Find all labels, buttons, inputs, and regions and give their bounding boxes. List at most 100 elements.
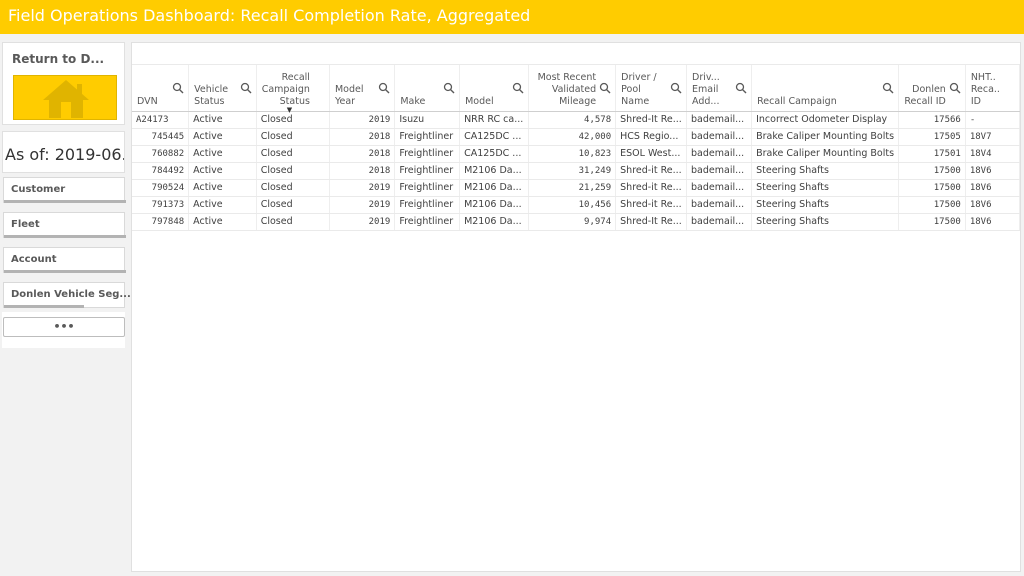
table-row[interactable]: 745445 Active Closed 2018 Freightliner CA125D… (132, 128, 1020, 146)
recall-table-panel: DVN Vehicle Status Recall Campaign Status ▼… (131, 42, 1021, 572)
table-cell: Shred-it Re... (615, 162, 688, 180)
table-cell: 17500 (898, 213, 966, 231)
table-cell: Closed (256, 111, 330, 129)
table-cell: 2019 (329, 213, 396, 231)
table-cell: 2019 (329, 179, 396, 197)
filter-label: Account (11, 254, 57, 265)
table-cell: 2018 (329, 162, 396, 180)
filter-customer[interactable]: Customer (3, 177, 126, 203)
table-cell: Freightliner (394, 145, 461, 163)
table-row[interactable]: 797848 Active Closed 2019 Freightliner M2106 … (132, 213, 1020, 231)
column-header-label: Model (465, 95, 494, 107)
table-header-row: DVN Vehicle Status Recall Campaign Status ▼… (132, 65, 1020, 114)
filter-account[interactable]: Account (3, 247, 126, 273)
table-cell: Active (188, 179, 257, 197)
table-cell: CA125DC ... (459, 128, 530, 146)
search-icon[interactable] (670, 82, 682, 94)
search-icon[interactable] (378, 82, 390, 94)
table-cell: bademail... (686, 111, 753, 129)
table-cell: 18V6 (965, 162, 1020, 180)
filter-bar (4, 200, 126, 203)
column-header[interactable]: Vehicle Status (188, 65, 257, 112)
search-icon[interactable] (240, 82, 252, 94)
table-cell: bademail... (686, 145, 753, 163)
filter-fleet[interactable]: Fleet (3, 212, 126, 238)
search-icon[interactable] (949, 82, 961, 94)
search-icon[interactable] (172, 82, 184, 94)
table-row[interactable]: 790524 Active Closed 2019 Freightliner M2106 … (132, 179, 1020, 197)
table-cell: Brake Caliper Mounting Bolts (751, 145, 900, 163)
column-header[interactable]: Driv... Email Add... (686, 65, 753, 112)
table-cell: ESOL West... (615, 145, 688, 163)
home-button[interactable] (13, 75, 117, 120)
table-cell: Active (188, 111, 257, 129)
as-of-card: As of: 2019-06... (2, 131, 125, 173)
table-cell: Isuzu (394, 111, 461, 129)
table-cell: - (965, 111, 1020, 129)
table-cell: 760882 (132, 145, 190, 163)
table-row[interactable]: A24173 Active Closed 2019 Isuzu NRR RC ca... 4… (132, 111, 1020, 129)
filter-donlen-vehicle-segment[interactable]: Donlen Vehicle Seg... (3, 282, 131, 308)
column-header[interactable]: Donlen Recall ID (898, 65, 966, 112)
table-cell: Steering Shafts (751, 179, 900, 197)
search-icon[interactable] (512, 82, 524, 94)
table-cell: M2106 Da... (459, 162, 530, 180)
table-cell: 790524 (132, 179, 190, 197)
table-cell: 10,823 (528, 145, 617, 163)
table-cell: 10,456 (528, 196, 617, 214)
table-cell: 17566 (898, 111, 966, 129)
table-row[interactable]: 760882 Active Closed 2018 Freightliner CA125D… (132, 145, 1020, 163)
filter-label: Donlen Vehicle Seg... (11, 289, 131, 300)
table-cell: bademail... (686, 213, 753, 231)
table-cell: Closed (256, 179, 330, 197)
table-cell: Steering Shafts (751, 196, 900, 214)
table-cell: Shred-It Re... (615, 111, 688, 129)
table-cell: Freightliner (394, 162, 461, 180)
table-cell: 2019 (329, 111, 396, 129)
table-cell: Active (188, 162, 257, 180)
more-filters-button[interactable]: ••• (3, 317, 125, 337)
table-row[interactable]: 784492 Active Closed 2018 Freightliner M2106 … (132, 162, 1020, 180)
filter-label: Customer (11, 184, 66, 195)
search-icon[interactable] (735, 82, 747, 94)
table-cell: 791373 (132, 196, 190, 214)
search-icon[interactable] (443, 82, 455, 94)
as-of-text: As of: 2019-06... (5, 145, 125, 164)
column-header[interactable]: DVN (132, 65, 190, 112)
table-body: A24173 Active Closed 2019 Isuzu NRR RC ca... 4… (132, 111, 1020, 231)
table-cell: Shred-it Re... (615, 196, 688, 214)
table-cell: Closed (256, 213, 330, 231)
table-cell: bademail... (686, 128, 753, 146)
top-bar: Field Operations Dashboard: Recall Compl… (0, 0, 1024, 34)
column-header[interactable]: Recall Campaign Status ▼ (256, 65, 330, 114)
table-cell: 17501 (898, 145, 966, 163)
table-row[interactable]: 791373 Active Closed 2019 Freightliner M2106 … (132, 196, 1020, 214)
column-header[interactable]: Recall Campaign (751, 65, 900, 112)
table-cell: Closed (256, 145, 330, 163)
table-cell: Freightliner (394, 213, 461, 231)
table-cell: HCS Regio... (615, 128, 688, 146)
table-cell: 2019 (329, 196, 396, 214)
table-cell: NRR RC ca... (459, 111, 530, 129)
page-title: Field Operations Dashboard: Recall Compl… (8, 6, 531, 25)
column-header[interactable]: Driver / Pool Name (615, 65, 688, 112)
table-cell: A24173 (132, 111, 190, 129)
table-cell: Brake Caliper Mounting Bolts (751, 128, 900, 146)
column-header[interactable]: Model Year (329, 65, 396, 112)
table-cell: Closed (256, 162, 330, 180)
table-cell: bademail... (686, 162, 753, 180)
column-header-label: Make (400, 95, 426, 107)
table-cell: 9,974 (528, 213, 617, 231)
table-cell: Active (188, 196, 257, 214)
column-header[interactable]: Model (459, 65, 530, 112)
table-cell: 17500 (898, 179, 966, 197)
column-header[interactable]: Make (394, 65, 461, 112)
column-header[interactable]: NHT.. Reca.. ID (965, 65, 1020, 112)
column-header-label: Recall Campaign (757, 95, 837, 107)
column-header-label: DVN (137, 95, 158, 107)
column-header[interactable]: Most Recent Validated Mileage (528, 65, 617, 112)
search-icon[interactable] (599, 82, 611, 94)
table-cell: Steering Shafts (751, 213, 900, 231)
search-icon[interactable] (882, 82, 894, 94)
table-cell: 2018 (329, 145, 396, 163)
